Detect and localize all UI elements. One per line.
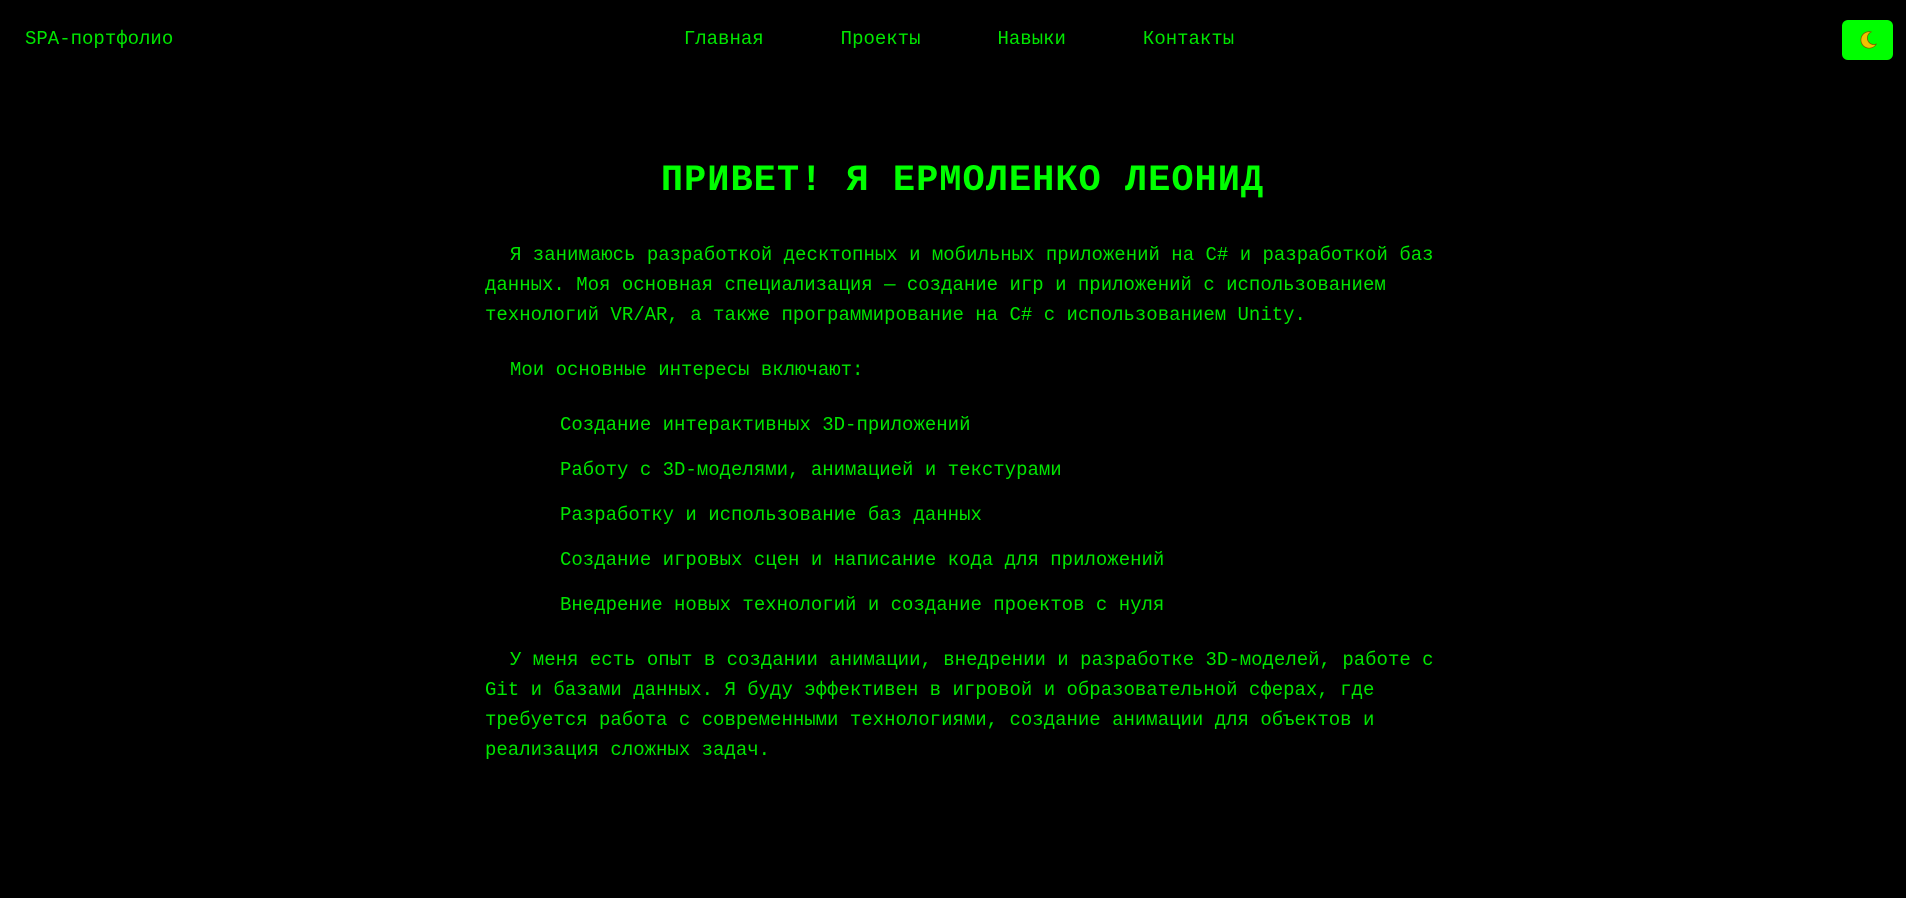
outro-paragraph: У меня есть опыт в создании анимации, вн… [485, 649, 1434, 761]
main-nav: Главная Проекты Навыки Контакты [0, 28, 1906, 50]
about-section: ПРИВЕТ! Я ЕРМОЛЕНКО ЛЕОНИД Я занимаюсь р… [485, 160, 1440, 790]
nav-item-projects[interactable]: Проекты [841, 28, 921, 50]
interests-list: Создание интерактивных 3D-приложений Раб… [560, 410, 1440, 620]
list-item: Создание интерактивных 3D-приложений [560, 414, 971, 436]
list-item: Внедрение новых технологий и создание пр… [560, 594, 1165, 616]
list-item: Работу с 3D-моделями, анимацией и тексту… [560, 459, 1062, 481]
list-item: Создание игровых сцен и написание кода д… [560, 549, 1165, 571]
nav-item-contacts[interactable]: Контакты [1143, 28, 1234, 50]
site-header: SPA-портфолио Главная Проекты Навыки Кон… [0, 0, 1906, 80]
moon-icon [1860, 31, 1877, 49]
brand-logo-link[interactable]: SPA-портфолио [25, 28, 173, 50]
list-item: Разработку и использование баз данных [560, 504, 982, 526]
theme-toggle-button[interactable] [1842, 20, 1893, 60]
nav-item-home[interactable]: Главная [684, 28, 764, 50]
nav-item-skills[interactable]: Навыки [998, 28, 1066, 50]
interests-heading: Мои основные интересы включают: [510, 359, 864, 381]
nav-items: Главная Проекты Навыки Контакты [684, 28, 1234, 50]
page-title: ПРИВЕТ! Я ЕРМОЛЕНКО ЛЕОНИД [660, 160, 1265, 202]
intro-paragraph: Я занимаюсь разработкой десктопных и моб… [485, 244, 1434, 326]
